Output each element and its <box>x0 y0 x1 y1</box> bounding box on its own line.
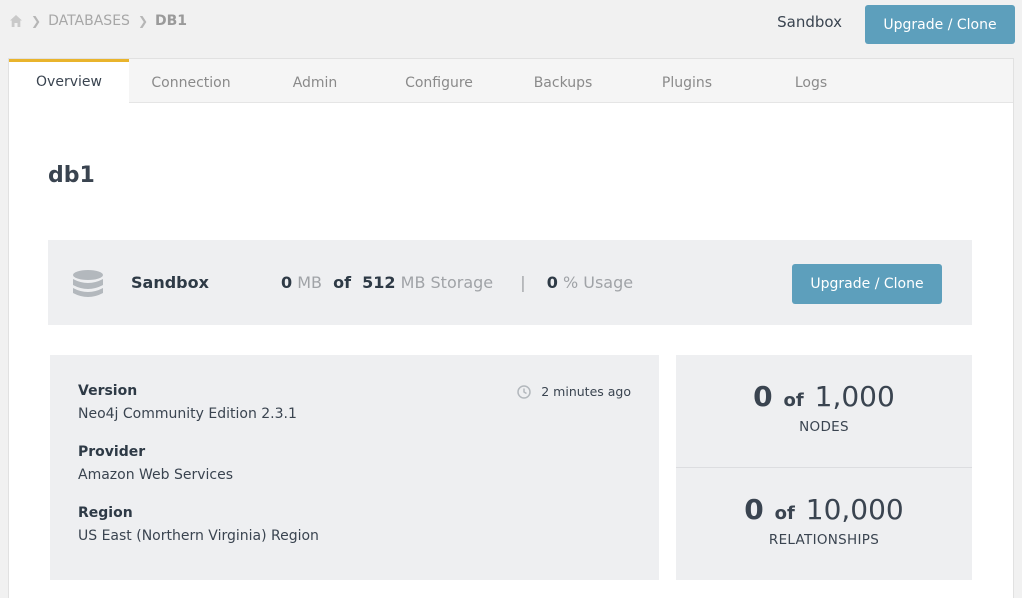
storage-total: 512 <box>362 273 396 292</box>
database-info: 2 minutes ago Version Neo4j Community Ed… <box>50 355 659 580</box>
region-value: US East (Northern Virginia) Region <box>78 528 319 544</box>
tab-configure[interactable]: Configure <box>377 59 501 102</box>
storage-stats: 0 MB of 512 MB Storage | 0 % Usage <box>281 273 633 292</box>
version-label: Version <box>78 383 138 399</box>
page-title: db1 <box>48 163 95 188</box>
last-updated-text: 2 minutes ago <box>541 384 631 399</box>
database-icon <box>73 270 103 297</box>
breadcrumb-current: DB1 <box>155 13 188 29</box>
home-icon[interactable] <box>9 14 23 28</box>
nodes-of: of <box>783 390 804 411</box>
chevron-right-icon: ❯ <box>31 14 42 28</box>
counts-divider <box>676 467 972 468</box>
tab-admin[interactable]: Admin <box>253 59 377 102</box>
chevron-right-icon: ❯ <box>137 14 148 28</box>
relationships-label: RELATIONSHIPS <box>768 532 880 548</box>
storage-used: 0 <box>281 273 293 292</box>
usage-percent: 0 <box>546 273 558 292</box>
storage-of: of <box>333 273 352 292</box>
stats-divider: | <box>520 273 526 292</box>
top-bar: ❯ DATABASES ❯ DB1 Sandbox Upgrade / Clon… <box>0 0 1022 58</box>
last-updated: 2 minutes ago <box>517 384 631 399</box>
nodes-used: 0 <box>753 380 773 413</box>
storage-total-unit: MB Storage <box>400 273 494 292</box>
relationships-count: 0 of 10,000 RELATIONSHIPS <box>676 493 972 548</box>
provider-value: Amazon Web Services <box>78 467 234 483</box>
clock-icon <box>517 384 531 399</box>
relationships-of: of <box>774 503 795 524</box>
main-panel: Overview Connection Admin Configure Back… <box>8 58 1014 598</box>
version-value: Neo4j Community Edition 2.3.1 <box>78 406 297 422</box>
nodes-label: NODES <box>799 419 849 435</box>
nodes-count: 0 of 1,000 NODES <box>676 380 972 435</box>
breadcrumb-databases[interactable]: DATABASES <box>48 13 130 29</box>
relationships-limit: 10,000 <box>805 493 904 526</box>
graph-counts: 0 of 1,000 NODES 0 of 10,000 RELATIONSHI… <box>676 355 972 580</box>
summary-plan: Sandbox <box>131 273 209 292</box>
upgrade-clone-button-summary[interactable]: Upgrade / Clone <box>792 264 942 304</box>
tab-plugins[interactable]: Plugins <box>625 59 749 102</box>
plan-summary: Sandbox 0 MB of 512 MB Storage | 0 % Usa… <box>48 240 972 325</box>
plan-name: Sandbox <box>777 13 842 31</box>
region-label: Region <box>78 505 133 521</box>
storage-used-unit: MB <box>297 273 323 292</box>
tab-connection[interactable]: Connection <box>129 59 253 102</box>
upgrade-clone-button[interactable]: Upgrade / Clone <box>865 5 1015 44</box>
tab-backups[interactable]: Backups <box>501 59 625 102</box>
relationships-used: 0 <box>744 493 764 526</box>
tab-bar: Overview Connection Admin Configure Back… <box>9 59 1013 104</box>
nodes-limit: 1,000 <box>814 380 895 413</box>
breadcrumb: ❯ DATABASES ❯ DB1 <box>9 13 187 29</box>
usage-unit: % Usage <box>562 273 634 292</box>
provider-label: Provider <box>78 444 146 460</box>
tab-overview[interactable]: Overview <box>9 59 129 104</box>
tab-logs[interactable]: Logs <box>749 59 873 102</box>
